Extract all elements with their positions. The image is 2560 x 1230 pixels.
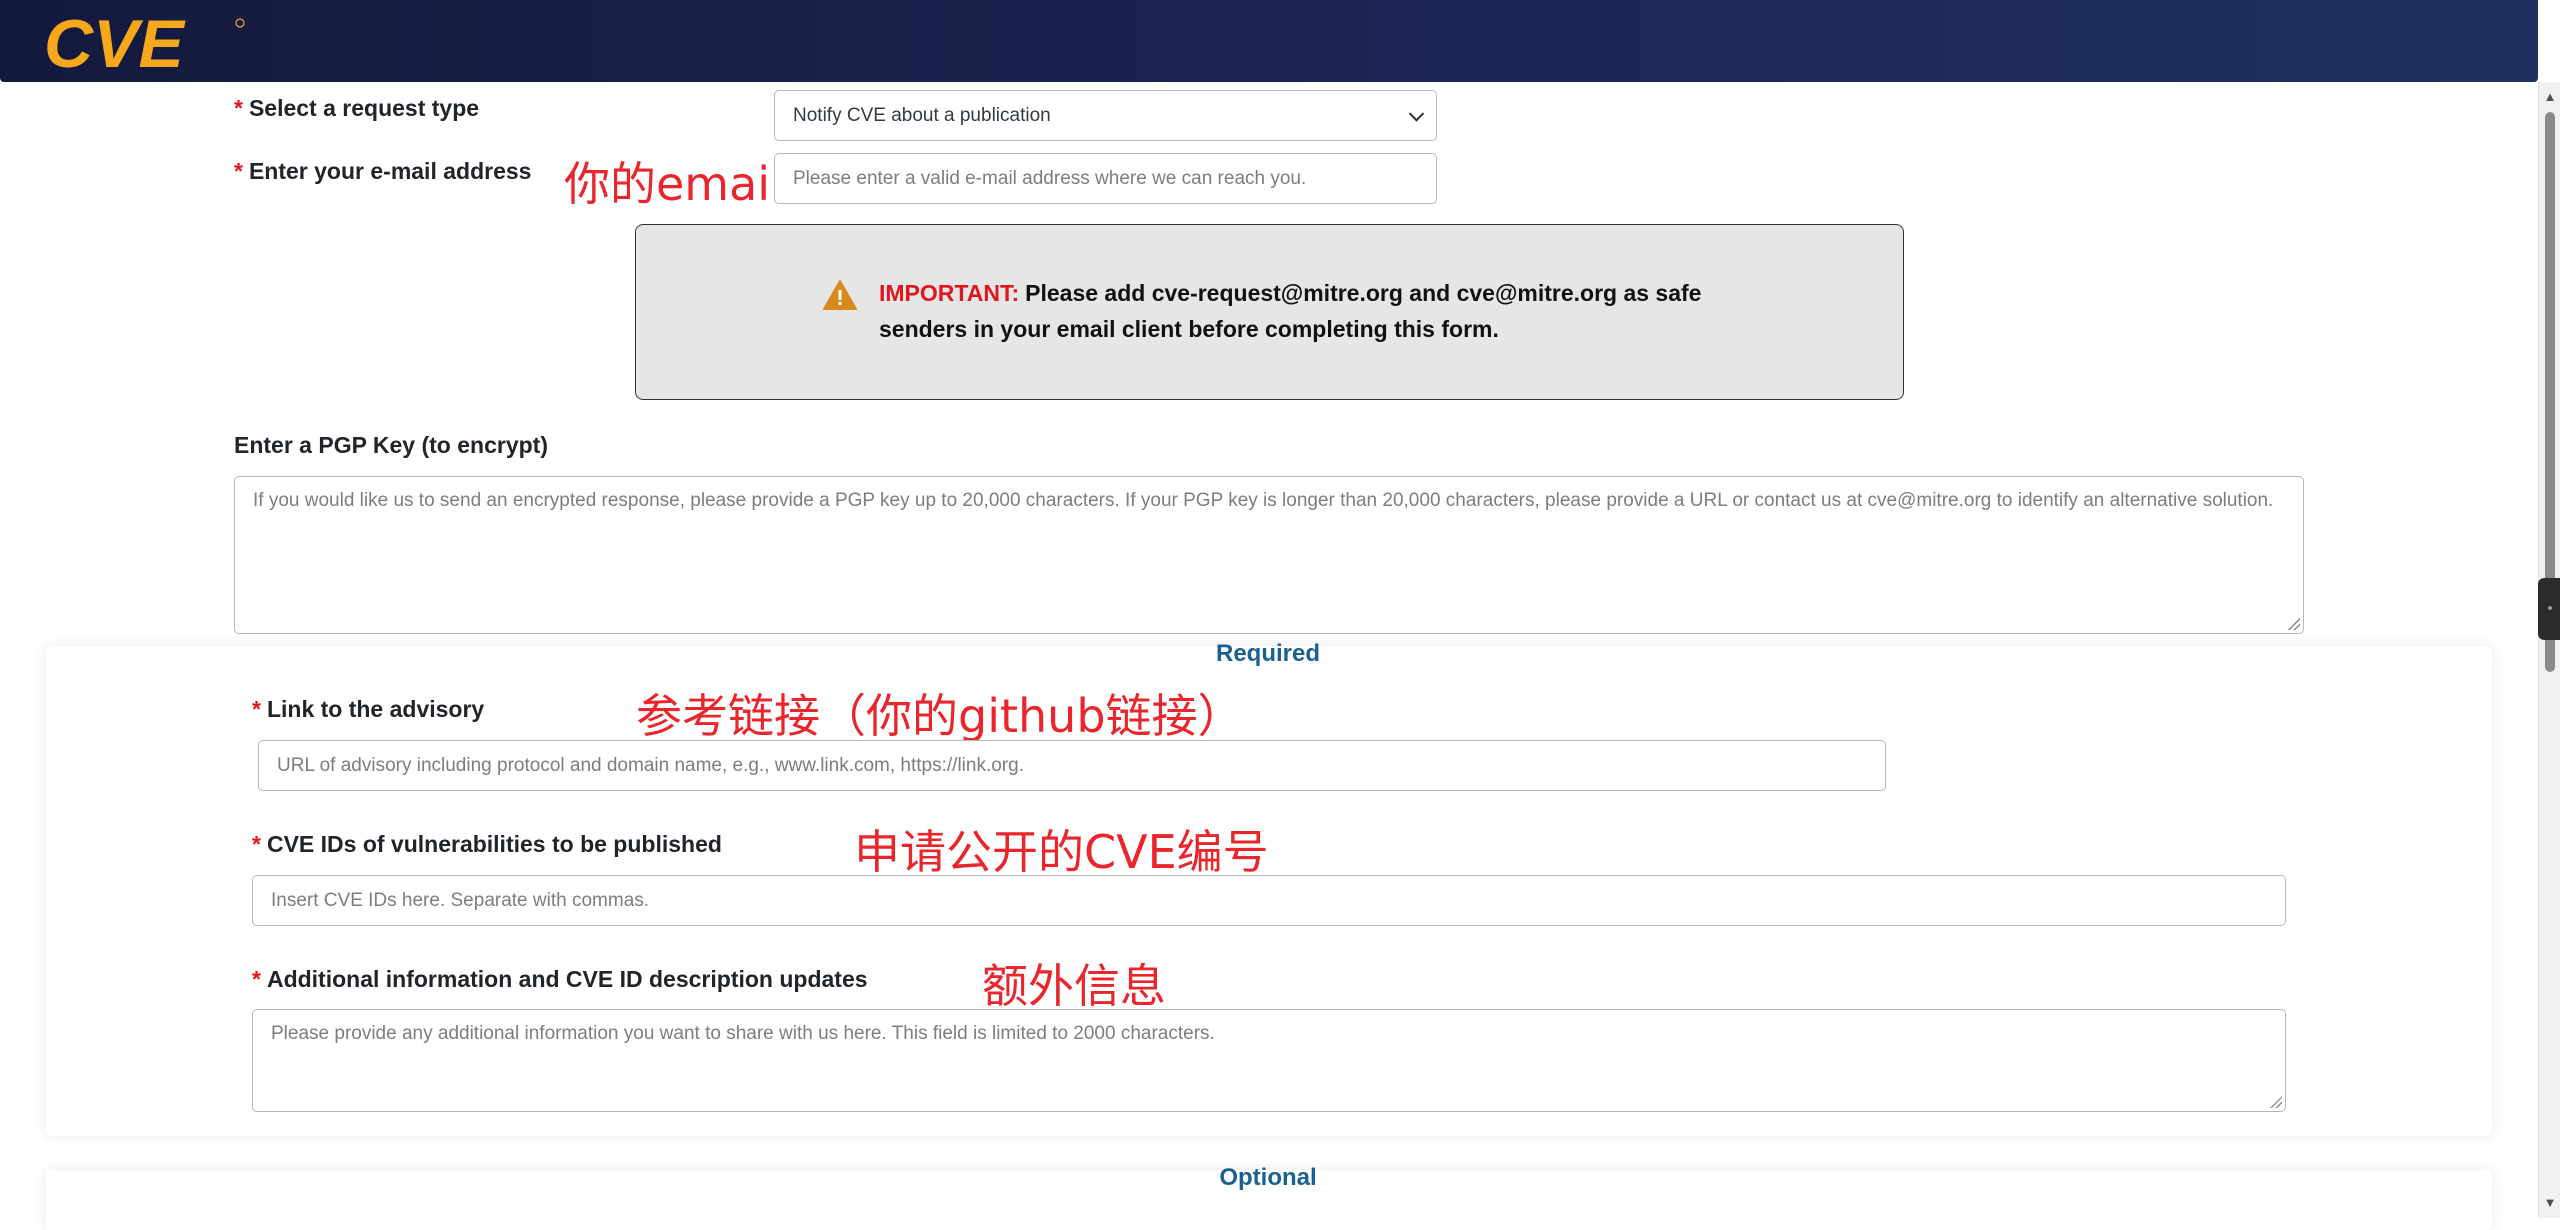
cve-logo[interactable]: CVE <box>44 14 254 72</box>
logo-text: CVE <box>44 14 186 72</box>
pgp-label: Enter a PGP Key (to encrypt) <box>234 432 548 458</box>
additional-info-placeholder: Please provide any additional informatio… <box>271 1023 1215 1044</box>
pgp-key-textarea[interactable]: If you would like us to send an encrypte… <box>234 476 2304 634</box>
resize-handle[interactable] <box>2270 1096 2282 1108</box>
request-type-select[interactable]: Notify CVE about a publication <box>774 90 1437 141</box>
required-star: * <box>234 95 243 121</box>
required-star: * <box>252 831 261 857</box>
important-prefix: IMPORTANT: <box>879 280 1020 306</box>
advisory-annotation: 参考链接（你的github链接） <box>636 689 1244 743</box>
request-type-label: * Select a request type <box>234 95 480 121</box>
additional-info-textarea[interactable]: Please provide any additional informatio… <box>252 1009 2286 1112</box>
cve-ids-label: * CVE IDs of vulnerabilities to be publis… <box>252 831 722 857</box>
advisory-url-input[interactable]: URL of advisory including protocol and d… <box>258 740 1886 791</box>
important-notice: IMPORTANT: Please add cve-request@mitre.o… <box>635 224 1904 400</box>
site-header: CVE <box>0 0 2538 82</box>
advisory-placeholder: URL of advisory including protocol and d… <box>277 754 1024 776</box>
scroll-down-arrow-icon[interactable]: ▼ <box>2539 1192 2560 1214</box>
additional-info-annotation: 额外信息 <box>982 959 1166 1013</box>
cve-ids-annotation: 申请公开的CVE编号 <box>854 825 1269 879</box>
resize-handle[interactable] <box>2288 618 2300 630</box>
chevron-down-icon <box>1408 105 1425 122</box>
scroll-up-arrow-icon[interactable]: ▲ <box>2539 86 2560 108</box>
email-placeholder: Please enter a valid e-mail address wher… <box>793 167 1307 189</box>
email-annotation: 你的email <box>564 157 783 211</box>
cve-ids-input[interactable]: Insert CVE IDs here. Separate with comma… <box>252 875 2286 926</box>
email-input[interactable]: Please enter a valid e-mail address wher… <box>774 153 1437 204</box>
optional-heading: Optional <box>1219 1164 1317 1191</box>
email-label: * Enter your e-mail address <box>234 158 532 184</box>
required-star: * <box>252 696 261 722</box>
vertical-scrollbar[interactable]: ▲ ▼ <box>2538 82 2560 1218</box>
cve-ids-placeholder: Insert CVE IDs here. Separate with comma… <box>271 889 650 911</box>
pgp-placeholder: If you would like us to send an encrypte… <box>253 490 2274 511</box>
required-star: * <box>252 966 261 992</box>
required-star: * <box>234 158 243 184</box>
additional-info-label: * Additional information and CVE ID descr… <box>252 966 868 992</box>
important-text: IMPORTANT: Please add cve-request@mitre.o… <box>879 275 1759 347</box>
advisory-label: * Link to the advisory <box>252 696 485 722</box>
required-heading: Required <box>1215 640 1320 667</box>
request-type-value: Notify CVE about a publication <box>793 104 1051 126</box>
warning-triangle-icon <box>823 280 857 310</box>
side-panel-tab[interactable] <box>2538 578 2560 640</box>
